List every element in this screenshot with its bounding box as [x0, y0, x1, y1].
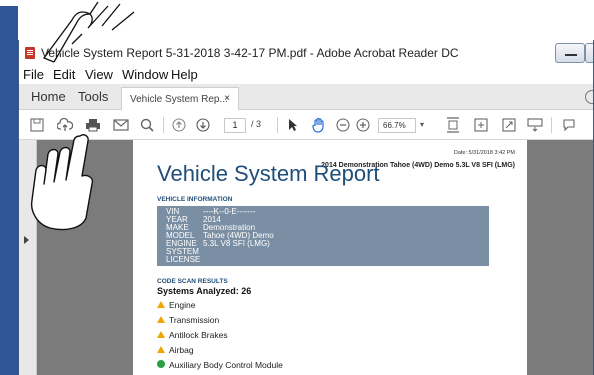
info-value: 5.3L V8 SFI (LMG) — [203, 239, 270, 248]
system-name: Auxiliary Body Control Module — [169, 360, 283, 370]
report-date: Date: 5/31/2018 3:42 PM — [453, 150, 515, 156]
hand-tool-icon[interactable] — [309, 115, 329, 135]
system-name: Antilock Brakes — [169, 330, 228, 340]
previous-page-icon[interactable] — [169, 115, 189, 135]
keyboard-icon[interactable] — [525, 115, 545, 135]
minimize-button[interactable] — [555, 43, 585, 63]
zoom-in-icon[interactable] — [353, 115, 373, 135]
zoom-dropdown-icon[interactable]: ▾ — [420, 120, 424, 129]
toolbar: 1 / 3 66.7% ▾ — [19, 110, 593, 140]
system-name: Airbag — [169, 345, 194, 355]
rotate-view-icon[interactable] — [471, 115, 491, 135]
warning-icon — [157, 346, 165, 353]
close-tab-icon[interactable]: × — [224, 93, 230, 104]
next-page-icon[interactable] — [193, 115, 213, 135]
page-number-input[interactable]: 1 — [224, 118, 246, 133]
vehicle-info-box: VIN ----K--0-E------- YEAR 2014 MAKE Dem… — [157, 206, 489, 266]
menu-view[interactable]: View — [85, 67, 113, 82]
viewer-background — [525, 140, 593, 375]
menu-file[interactable]: File — [23, 67, 44, 82]
acrobat-app-icon — [25, 47, 35, 59]
warning-icon — [157, 331, 165, 338]
acrobat-window: Vehicle System Report 5-31-2018 3-42-17 … — [18, 40, 594, 375]
check-ok-icon — [157, 360, 165, 368]
menu-window[interactable]: Window — [122, 67, 168, 82]
full-screen-icon[interactable] — [499, 115, 519, 135]
pdf-page: Date: 5/31/2018 3:42 PM 2014 Demonstrati… — [133, 140, 527, 375]
tab-bar: Home Tools Vehicle System Rep... × — [19, 84, 593, 110]
vehicle-info-heading: VEHICLE INFORMATION — [157, 196, 233, 203]
tab-home[interactable]: Home — [31, 89, 66, 104]
toolbar-separator — [163, 117, 164, 133]
systems-analyzed-count: Systems Analyzed: 26 — [157, 286, 252, 296]
code-scan-heading: CODE SCAN RESULTS — [157, 278, 228, 285]
email-icon[interactable] — [111, 115, 131, 135]
search-icon[interactable] — [137, 115, 157, 135]
info-label: LICENSE — [166, 255, 201, 264]
expand-pane-icon[interactable] — [24, 236, 29, 244]
pointing-hand-icon — [42, 1, 135, 63]
menu-edit[interactable]: Edit — [53, 67, 75, 82]
toolbar-separator — [277, 117, 278, 133]
page-total: / 3 — [251, 119, 262, 129]
menu-help[interactable]: Help — [171, 67, 198, 82]
menu-bar: File Edit View Window Help — [19, 66, 593, 84]
zoom-level-field[interactable]: 66.7% — [378, 118, 416, 133]
document-tab-label: Vehicle System Rep... — [130, 94, 228, 105]
warning-icon — [157, 316, 165, 323]
help-icon[interactable] — [585, 90, 593, 104]
screenshot-frame: Vehicle System Report 5-31-2018 3-42-17 … — [0, 0, 594, 375]
toolbar-separator — [551, 117, 552, 133]
system-name: Engine — [169, 300, 196, 310]
zoom-out-icon[interactable] — [333, 115, 353, 135]
tab-document[interactable]: Vehicle System Rep... × — [121, 87, 239, 110]
tab-tools[interactable]: Tools — [78, 89, 108, 104]
pointing-hand-icon — [30, 134, 94, 231]
comment-icon[interactable] — [559, 115, 579, 135]
system-name: Transmission — [169, 315, 220, 325]
select-cursor-icon[interactable] — [283, 115, 303, 135]
document-viewer: Date: 5/31/2018 3:42 PM 2014 Demonstrati… — [19, 140, 593, 375]
left-blue-strip — [0, 0, 18, 375]
fit-page-icon[interactable] — [443, 115, 463, 135]
warning-icon — [157, 301, 165, 308]
report-title: Vehicle System Report — [157, 161, 380, 186]
maximize-button[interactable] — [585, 43, 593, 63]
